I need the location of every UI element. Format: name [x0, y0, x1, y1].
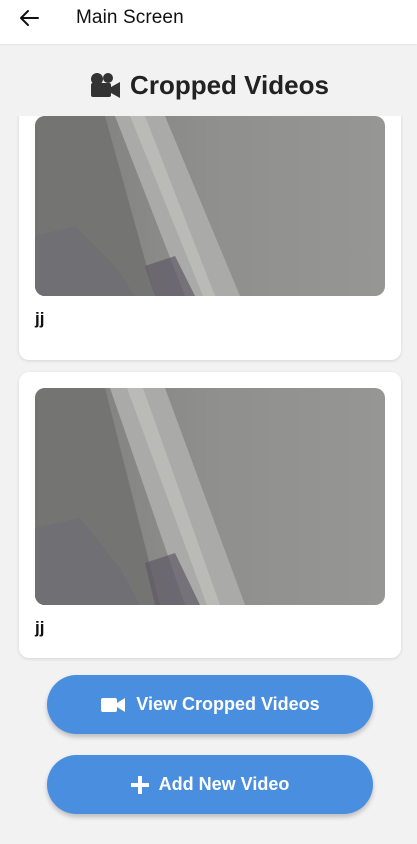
plus-icon — [130, 775, 149, 794]
view-cropped-videos-button[interactable]: View Cropped Videos — [47, 675, 373, 734]
app-bar-title: Main Screen — [76, 7, 184, 28]
video-list[interactable]: jj jj — [0, 116, 417, 666]
view-cropped-videos-label: View Cropped Videos — [136, 694, 320, 714]
video-thumbnail[interactable] — [35, 388, 385, 605]
add-new-video-button[interactable]: Add New Video — [47, 755, 373, 814]
video-icon — [100, 696, 126, 714]
video-thumbnail[interactable] — [35, 116, 385, 296]
video-camera-icon — [88, 71, 122, 101]
add-new-video-label: Add New Video — [158, 774, 290, 794]
back-button[interactable] — [14, 6, 44, 30]
video-title: jj — [35, 618, 45, 637]
video-card[interactable]: jj — [19, 116, 401, 360]
app-bar: Main Screen — [0, 0, 417, 44]
video-card[interactable]: jj — [19, 372, 401, 658]
arrow-left-icon — [19, 9, 39, 27]
video-title: jj — [35, 309, 45, 328]
section-header: Cropped Videos — [0, 70, 417, 101]
section-title: Cropped Videos — [130, 70, 329, 100]
